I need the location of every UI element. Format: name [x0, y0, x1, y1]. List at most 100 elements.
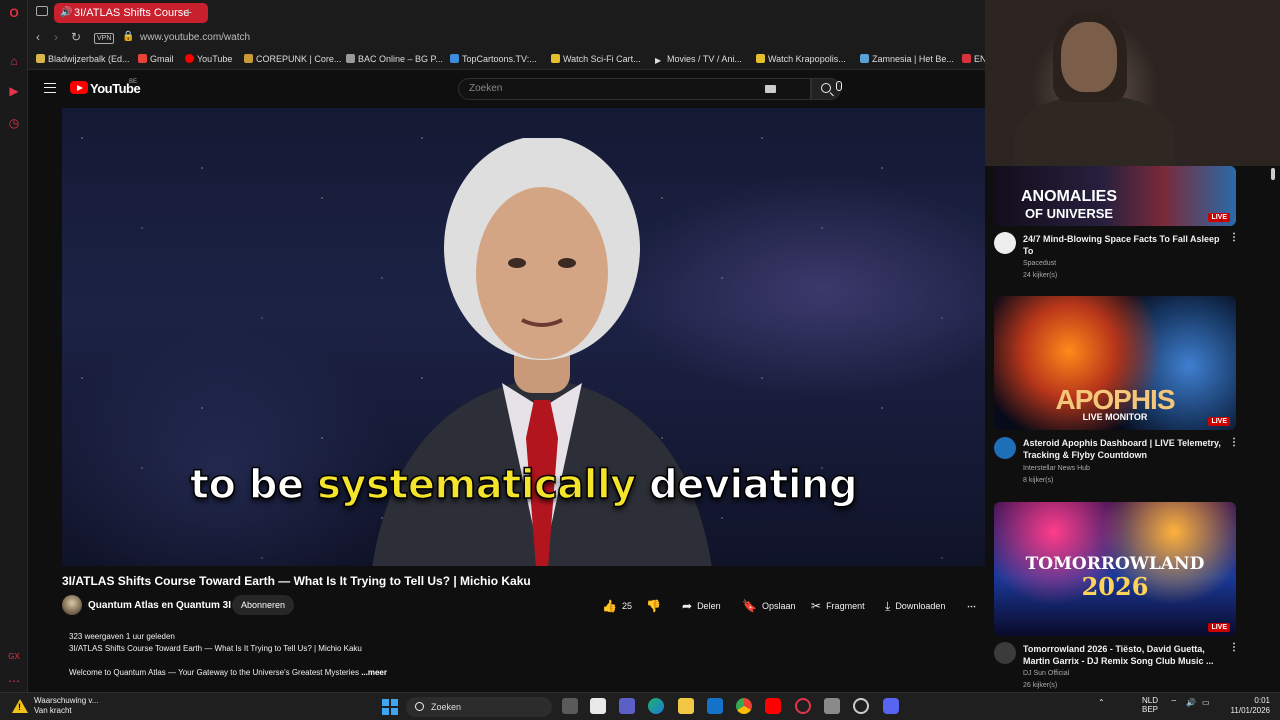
- recommendation-channel[interactable]: Interstellar News Hub: [1023, 465, 1090, 472]
- file-explorer-icon[interactable]: [678, 698, 694, 714]
- description-text: Welcome to Quantum Atlas — Your Gateway …: [69, 668, 359, 677]
- teams-icon[interactable]: [619, 698, 635, 714]
- discord-icon[interactable]: [883, 698, 899, 714]
- channel-icon-spacedust[interactable]: [994, 232, 1016, 254]
- description-box[interactable]: 323 weergaven 1 uur geleden 3I/ATLAS Shi…: [62, 626, 985, 686]
- thumbnail-text: ANOMALIES: [1021, 188, 1117, 205]
- reload-icon[interactable]: ↻: [71, 30, 81, 44]
- recommendation-title[interactable]: Tomorrowland 2026 - Tiësto, David Guetta…: [1023, 643, 1228, 667]
- speaker-icon[interactable]: 🔊: [60, 3, 72, 23]
- url-field[interactable]: www.youtube.com/watch: [140, 32, 250, 43]
- channel-avatar[interactable]: [62, 595, 82, 615]
- lock-icon[interactable]: 🔒: [122, 31, 134, 42]
- kebab-menu-icon[interactable]: ⋮: [1229, 437, 1239, 448]
- forward-icon[interactable]: ›: [54, 30, 58, 44]
- tab-menu-icon[interactable]: [36, 6, 48, 16]
- task-view-icon[interactable]: [562, 698, 578, 714]
- battery-icon[interactable]: ▭: [1202, 698, 1210, 707]
- bookmark-label: YouTube: [197, 54, 233, 64]
- calculator-icon[interactable]: [824, 698, 840, 714]
- share-icon: ➦: [682, 599, 693, 613]
- vpn-badge[interactable]: VPN: [94, 33, 115, 44]
- bookmark-label: Zamnesia | Het Be...: [872, 54, 954, 64]
- share-button[interactable]: ➦ Delen: [682, 596, 721, 616]
- youtube-logo-icon[interactable]: [70, 81, 88, 94]
- thumbs-up-icon: 👍: [602, 599, 617, 613]
- bookmark-gmail[interactable]: Gmail: [138, 54, 174, 64]
- more-link[interactable]: ...meer: [361, 668, 387, 677]
- dislike-button[interactable]: 👎: [646, 596, 666, 616]
- hamburger-menu-icon[interactable]: [44, 83, 56, 93]
- bookmark-bac[interactable]: BAC Online – BG P...: [346, 54, 443, 64]
- bookmark-bladwijzerbalk[interactable]: Bladwijzerbalk (Ed...: [36, 54, 130, 64]
- scissors-icon: ✂: [811, 599, 822, 613]
- bookmark-corepunk[interactable]: COREPUNK | Core...: [244, 54, 341, 64]
- corepunk-icon: [244, 54, 253, 63]
- thumbnail-apophis[interactable]: APOPHIS LIVE MONITOR LIVE: [994, 296, 1236, 430]
- thumbnail-tomorrowland[interactable]: TOMORROWLAND 2026 LIVE: [994, 502, 1236, 636]
- youtube-app-icon[interactable]: [765, 698, 781, 714]
- microphone-icon[interactable]: [836, 81, 842, 91]
- share-label: Delen: [697, 601, 721, 611]
- like-button[interactable]: 👍 25: [602, 596, 632, 616]
- chrome-icon[interactable]: [736, 698, 752, 714]
- subscribe-button[interactable]: Abonneren: [232, 595, 295, 615]
- weather-warning-title[interactable]: Waarschuwing v...: [34, 696, 98, 705]
- thumbnail-anomalies[interactable]: ANOMALIES OF UNIVERSE LIVE: [994, 166, 1236, 226]
- bookmark-youtube[interactable]: YouTube: [185, 54, 232, 64]
- bookmark-topcartoons[interactable]: TopCartoons.TV:...: [450, 54, 537, 64]
- recommendation-title[interactable]: Asteroid Apophis Dashboard | LIVE Teleme…: [1023, 437, 1228, 461]
- outlook-icon[interactable]: [707, 698, 723, 714]
- bookmark-en[interactable]: EN: [962, 54, 985, 64]
- description-line: Welcome to Quantum Atlas — Your Gateway …: [69, 668, 387, 677]
- more-icon[interactable]: ⋯: [7, 674, 21, 688]
- taskbar-search[interactable]: Zoeken: [406, 697, 552, 717]
- recommendation-channel[interactable]: DJ Sun Official: [1023, 670, 1069, 677]
- download-button[interactable]: ⤓ Downloaden: [885, 596, 945, 616]
- channel-name[interactable]: Quantum Atlas en Quantum 3I: [88, 600, 231, 611]
- play-icon: ▶: [655, 56, 662, 65]
- settings-icon[interactable]: [853, 698, 869, 714]
- back-icon[interactable]: ‹: [36, 30, 40, 44]
- bookmark-scifi[interactable]: Watch Sci-Fi Cart...: [551, 54, 641, 64]
- warning-icon[interactable]: !: [12, 699, 28, 713]
- channel-icon-interstellar[interactable]: [994, 437, 1016, 459]
- bookmark-zamnesia[interactable]: Zamnesia | Het Be...: [860, 54, 954, 64]
- search-input[interactable]: Zoeken: [458, 78, 811, 100]
- krapopolis-icon: [756, 54, 765, 63]
- description-line: 3I/ATLAS Shifts Course Toward Earth — Wh…: [69, 644, 362, 653]
- browser-sidebar: O ⌂ ▶ ◷ GX ⋯: [0, 0, 28, 692]
- keyboard-icon[interactable]: [765, 85, 776, 93]
- gx-icon[interactable]: GX: [7, 650, 21, 664]
- kebab-menu-icon[interactable]: ⋮: [1229, 232, 1239, 243]
- clip-button[interactable]: ✂ Fragment: [811, 596, 865, 616]
- more-actions-icon[interactable]: ⋯: [967, 596, 976, 616]
- opera-gx-icon[interactable]: [795, 698, 811, 714]
- new-tab-button[interactable]: +: [184, 4, 192, 20]
- kebab-menu-icon[interactable]: ⋮: [1229, 642, 1239, 653]
- tab-title: 3I/ATLAS Shifts Course: [74, 7, 190, 19]
- tray-overflow-icon[interactable]: ⌃: [1098, 698, 1105, 707]
- clock[interactable]: 0:01 11/01/2026: [1224, 696, 1270, 716]
- channel-icon-djsun[interactable]: [994, 642, 1016, 664]
- edge-icon[interactable]: [648, 698, 664, 714]
- network-icon[interactable]: ⌔: [1170, 698, 1178, 708]
- recommendation-title[interactable]: 24/7 Mind-Blowing Space Facts To Fall As…: [1023, 233, 1228, 257]
- youtube-rail-icon[interactable]: ▶: [7, 84, 21, 98]
- bookmark-krapopolis[interactable]: Watch Krapopolis...: [756, 54, 846, 64]
- bookmark-movies[interactable]: ▶ Movies / TV / Ani...: [655, 54, 742, 65]
- windows-start-icon[interactable]: [382, 699, 398, 715]
- scrollbar[interactable]: [1271, 168, 1275, 180]
- save-button[interactable]: 🔖 Opslaan: [742, 596, 795, 616]
- zamnesia-icon: [860, 54, 869, 63]
- store-icon[interactable]: [590, 698, 606, 714]
- language-indicator[interactable]: NLD BEP: [1142, 696, 1158, 714]
- recommendation-channel[interactable]: Spacedust: [1023, 260, 1056, 267]
- history-icon[interactable]: ◷: [7, 116, 21, 130]
- messenger-icon[interactable]: ⌂: [7, 54, 21, 68]
- volume-icon[interactable]: 🔊: [1186, 698, 1196, 707]
- thumbnail-text: OF UNIVERSE: [1024, 206, 1114, 221]
- recommendations-sidebar: ANOMALIES OF UNIVERSE LIVE 24/7 Mind-Blo…: [985, 166, 1280, 692]
- opera-logo-icon[interactable]: O: [7, 6, 21, 20]
- video-player[interactable]: to be systematically deviating: [62, 108, 985, 566]
